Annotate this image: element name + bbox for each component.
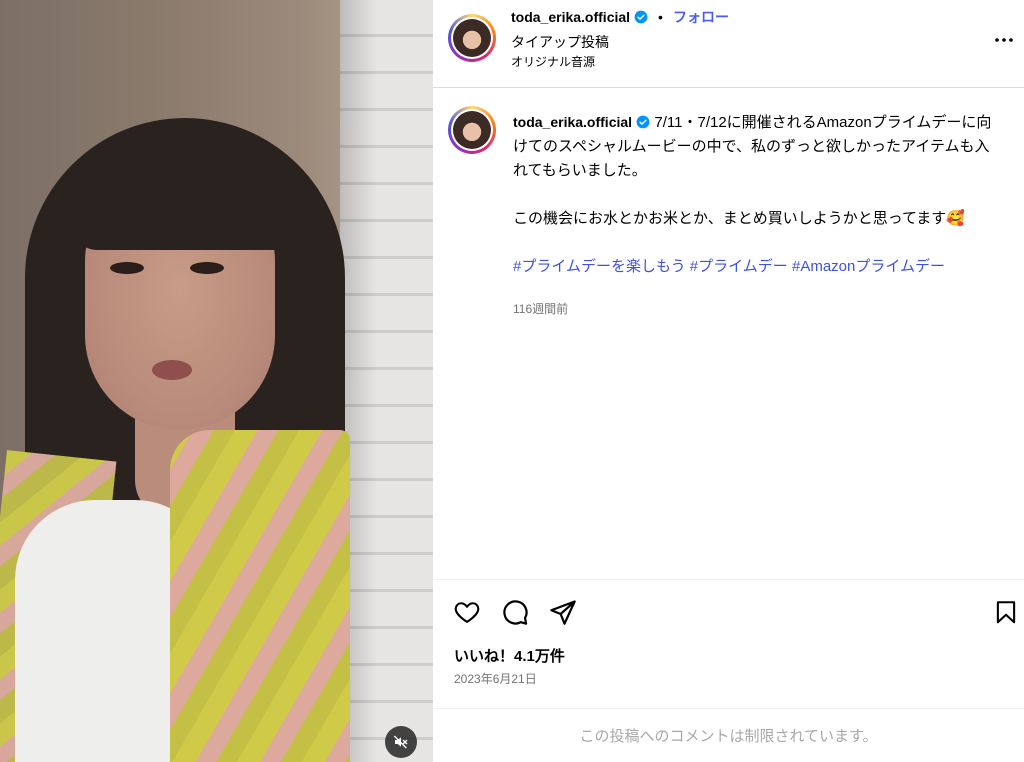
- share-button[interactable]: [547, 596, 579, 628]
- caption-text: toda_erika.official 7/11・7/12に開催されるAmazo…: [513, 110, 993, 321]
- caption-hashtags: #プライムデーを楽しもう #プライムデー #Amazonプライムデー: [513, 255, 993, 279]
- comment-button[interactable]: [499, 596, 531, 628]
- hashtag-link[interactable]: #プライムデーを楽しもう: [513, 258, 686, 275]
- heart-icon: [454, 602, 480, 623]
- post-header: toda_erika.official • フォロー タイアップ投稿 オリジナル…: [433, 0, 1024, 88]
- video-subject-bangs: [70, 140, 295, 250]
- audio-label[interactable]: オリジナル音源: [511, 53, 595, 70]
- bookmark-icon: [996, 601, 1016, 624]
- verified-badge-icon: [634, 10, 648, 24]
- video-subject-jacket-right: [170, 430, 350, 762]
- caption-author-avatar[interactable]: [448, 106, 496, 154]
- separator-dot: •: [658, 9, 663, 25]
- send-icon: [550, 600, 576, 625]
- muted-speaker-icon: [393, 735, 408, 749]
- post-details-panel: toda_erika.official • フォロー タイアップ投稿 オリジナル…: [433, 0, 1024, 762]
- caption-author-username[interactable]: toda_erika.official: [513, 114, 632, 130]
- save-button[interactable]: [990, 596, 1022, 628]
- follow-button[interactable]: フォロー: [673, 7, 729, 27]
- author-avatar[interactable]: [448, 14, 496, 62]
- hashtag-link[interactable]: #Amazonプライムデー: [792, 258, 945, 275]
- hashtag-link[interactable]: #プライムデー: [690, 258, 788, 275]
- action-bar: [433, 579, 1024, 625]
- post-date: 2023年6月21日: [454, 672, 537, 686]
- video-subject-eye-left: [110, 262, 144, 274]
- like-button[interactable]: [451, 596, 483, 628]
- comment-icon: [503, 600, 528, 625]
- video-subject-mouth: [152, 360, 192, 380]
- more-options-button[interactable]: [992, 28, 1016, 52]
- more-horizontal-icon: [995, 38, 1013, 42]
- video-subject-eye-right: [190, 262, 224, 274]
- caption-timestamp[interactable]: 116週間前: [513, 297, 993, 321]
- likes-count[interactable]: いいね！4.1万件: [454, 645, 565, 666]
- author-username-link[interactable]: toda_erika.official: [511, 9, 630, 25]
- background-wall: [340, 0, 433, 762]
- comments-restricted-notice: この投稿へのコメントは制限されています。: [433, 708, 1024, 762]
- comments-restricted-text: この投稿へのコメントは制限されています。: [579, 728, 878, 745]
- verified-badge-icon: [636, 115, 650, 129]
- caption-paragraph-2: この機会にお水とかお米とか、まとめ買いしようかと思ってます🥰: [513, 210, 965, 227]
- post-video[interactable]: [0, 0, 433, 762]
- paid-partnership-label[interactable]: タイアップ投稿: [511, 32, 609, 52]
- mute-button[interactable]: [385, 726, 417, 758]
